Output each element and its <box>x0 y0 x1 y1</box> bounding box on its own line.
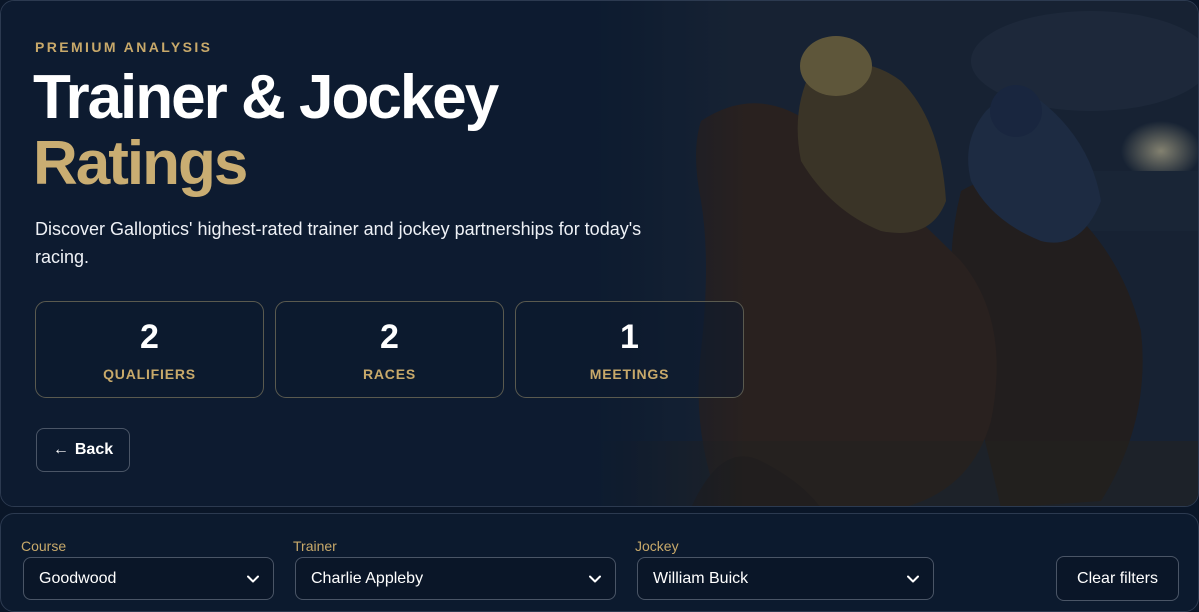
page-description: Discover Galloptics' highest-rated train… <box>35 219 642 267</box>
course-select-value: Goodwood <box>39 569 117 587</box>
back-button[interactable]: ← Back <box>36 428 130 472</box>
chevron-down-icon <box>247 575 259 582</box>
filter-bar: Course Goodwood Trainer Charlie Appleby … <box>0 513 1199 612</box>
stat-card-races: 2 RACES <box>275 301 504 398</box>
arrow-left-icon: ← <box>52 441 69 458</box>
stat-value: 1 <box>620 318 639 356</box>
stat-label: RACES <box>362 366 416 382</box>
trainer-select-value: Charlie Appleby <box>311 569 424 587</box>
course-select[interactable]: Goodwood <box>23 557 274 600</box>
stat-label: MEETINGS <box>589 366 670 382</box>
jockey-select-value: William Buick <box>653 569 749 587</box>
trainer-filter-label: Trainer <box>293 538 337 554</box>
stat-card-meetings: 1 MEETINGS <box>515 301 744 398</box>
trainer-select[interactable]: Charlie Appleby <box>295 557 616 600</box>
stat-label: QUALIFIERS <box>103 366 196 382</box>
stat-value: 2 <box>140 318 159 356</box>
hero-panel: PREMIUM ANALYSIS Trainer & Jockey Rating… <box>0 0 1199 507</box>
clear-filters-button[interactable]: Clear filters <box>1056 556 1179 601</box>
back-button-label: Back <box>74 441 114 458</box>
chevron-down-icon <box>589 575 601 582</box>
stat-value: 2 <box>380 318 399 356</box>
course-filter-label: Course <box>21 538 67 554</box>
eyebrow-label: PREMIUM ANALYSIS <box>35 39 213 55</box>
page-title-accent: Ratings <box>33 129 248 198</box>
page-title: Trainer & Jockey <box>33 63 499 132</box>
jockey-filter-label: Jockey <box>635 538 679 554</box>
jockey-select[interactable]: William Buick <box>637 557 934 600</box>
stat-card-qualifiers: 2 QUALIFIERS <box>35 301 264 398</box>
chevron-down-icon <box>907 575 919 582</box>
